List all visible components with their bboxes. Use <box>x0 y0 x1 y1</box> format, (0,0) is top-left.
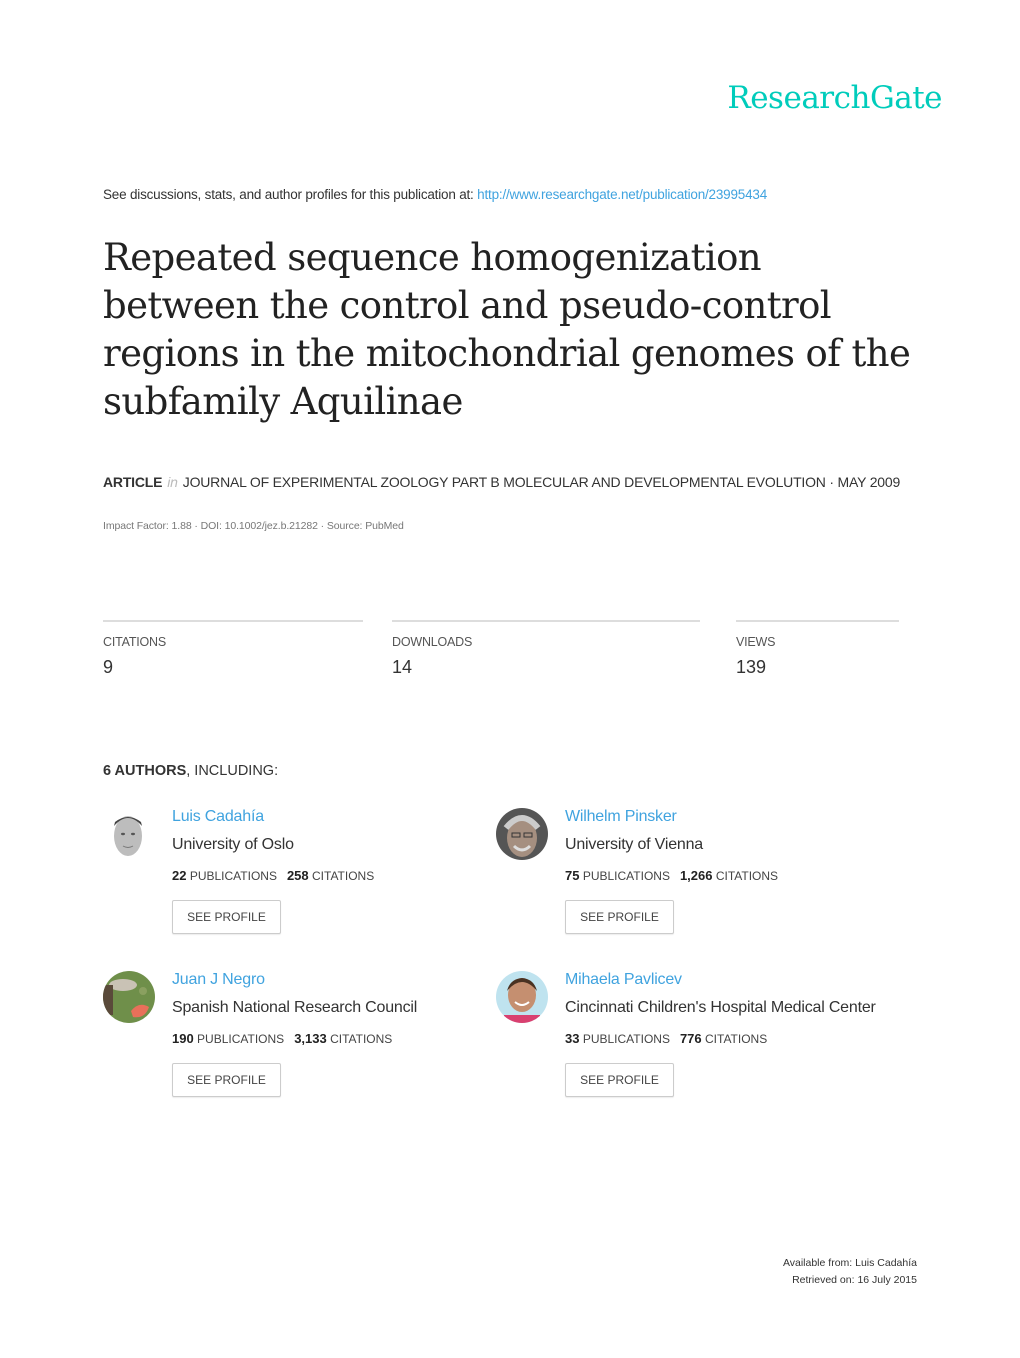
author-avatar[interactable] <box>496 971 548 1023</box>
stat-value: 9 <box>103 657 114 677</box>
author-name-link[interactable]: Luis Cadahía <box>172 808 264 826</box>
author-name-link[interactable]: Mihaela Pavlicev <box>565 971 682 989</box>
author-card: Juan J Negro Spanish National Research C… <box>103 971 483 1111</box>
publications-label: PUBLICATIONS <box>582 869 670 883</box>
publications-label: PUBLICATIONS <box>197 1032 285 1046</box>
stat-downloads: DOWNLOADS 14 <box>392 620 700 678</box>
stat-label: DOWNLOADS <box>392 635 473 649</box>
author-stats: 33 PUBLICATIONS 776 CITATIONS <box>565 1031 767 1046</box>
author-name-link[interactable]: Juan J Negro <box>172 971 265 989</box>
author-card: Mihaela Pavlicev Cincinnati Children's H… <box>496 971 876 1111</box>
author-card: Luis Cadahía University of Oslo 22 PUBLI… <box>103 808 483 948</box>
in-label: in <box>167 474 178 490</box>
available-from: Available from: Luis Cadahía <box>782 1257 917 1269</box>
author-institution: Spanish National Research Council <box>172 999 418 1016</box>
author-institution: Cincinnati Children's Hospital Medical C… <box>565 999 876 1016</box>
citations-label: CITATIONS <box>330 1032 393 1046</box>
researchgate-logo[interactable]: ResearchGate <box>727 80 942 116</box>
retrieved-on: Retrieved on: 16 July 2015 <box>792 1274 917 1286</box>
footer-info: Available from: Luis Cadahía Retrieved o… <box>783 1255 917 1289</box>
publications-label: PUBLICATIONS <box>582 1032 670 1046</box>
citations-count: 258 <box>286 868 309 883</box>
author-card: Wilhelm Pinsker University of Vienna 75 … <box>496 808 876 948</box>
see-profile-button[interactable]: SEE PROFILE <box>172 1063 281 1097</box>
publications-count: 22 <box>172 868 187 883</box>
stat-label: VIEWS <box>736 635 776 649</box>
journal-name[interactable]: JOURNAL OF EXPERIMENTAL ZOOLOGY PART B M… <box>183 474 900 490</box>
publications-label: PUBLICATIONS <box>189 869 277 883</box>
publications-count: 33 <box>565 1031 580 1046</box>
article-type: ARTICLE <box>103 474 163 490</box>
stat-value: 139 <box>736 657 767 677</box>
author-stats: 75 PUBLICATIONS 1,266 CITATIONS <box>565 868 778 883</box>
author-avatar[interactable] <box>103 808 155 860</box>
publications-count: 75 <box>565 868 580 883</box>
article-title: Repeated sequence homogenization between… <box>103 236 911 423</box>
see-profile-button[interactable]: SEE PROFILE <box>172 900 281 934</box>
citations-label: CITATIONS <box>705 1032 768 1046</box>
author-stats: 22 PUBLICATIONS 258 CITATIONS <box>172 868 374 883</box>
publication-link[interactable]: http://www.researchgate.net/publication/… <box>477 187 767 202</box>
author-stats: 190 PUBLICATIONS 3,133 CITATIONS <box>172 1031 392 1046</box>
authors-header: 6 AUTHORS, INCLUDING: <box>103 763 278 779</box>
stat-value: 14 <box>392 657 413 677</box>
see-profile-button[interactable]: SEE PROFILE <box>565 900 674 934</box>
article-meta: ARTICLE in JOURNAL OF EXPERIMENTAL ZOOLOGY… <box>103 472 923 492</box>
stat-citations: CITATIONS 9 <box>103 620 363 678</box>
publications-count: 190 <box>172 1031 194 1046</box>
citations-label: CITATIONS <box>715 869 779 883</box>
author-name-link[interactable]: Wilhelm Pinsker <box>565 808 677 826</box>
author-institution: University of Oslo <box>172 836 294 853</box>
author-institution: University of Vienna <box>565 836 704 853</box>
citations-count: 776 <box>679 1031 702 1046</box>
citations-count: 3,133 <box>294 1031 327 1046</box>
authors-suffix: , INCLUDING: <box>186 763 279 779</box>
authors-count: 6 AUTHORS <box>103 763 187 779</box>
discussion-text: See discussions, stats, and author profi… <box>103 187 478 202</box>
citations-count: 1,266 <box>679 868 713 883</box>
stat-label: CITATIONS <box>103 635 167 649</box>
article-submeta: Impact Factor: 1.88 · DOI: 10.1002/jez.b… <box>103 520 404 532</box>
author-avatar[interactable] <box>496 808 548 860</box>
discussion-notice: See discussions, stats, and author profi… <box>103 187 767 202</box>
see-profile-button[interactable]: SEE PROFILE <box>565 1063 674 1097</box>
citations-label: CITATIONS <box>312 869 375 883</box>
stat-views: VIEWS 139 <box>736 620 899 678</box>
author-avatar[interactable] <box>103 971 155 1023</box>
